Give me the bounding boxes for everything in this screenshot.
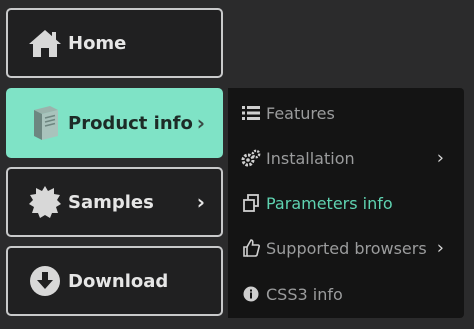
submenu-item-installation[interactable]: Installation › (240, 143, 458, 173)
submenu-panel: Features Installation › Parameters info (228, 88, 464, 318)
home-icon (26, 24, 64, 62)
gears-icon (240, 147, 262, 169)
menu-item-download[interactable]: Download (6, 246, 223, 316)
list-icon (240, 102, 262, 124)
submenu-item-parameters-info[interactable]: Parameters info (240, 188, 458, 218)
chevron-right-icon: › (196, 111, 205, 135)
submenu-item-label: Installation (266, 148, 355, 168)
submenu-item-label: CSS3 info (266, 284, 343, 304)
menu-item-label: Product info (68, 112, 193, 134)
badge-icon (26, 183, 64, 221)
chevron-right-icon: › (436, 237, 444, 259)
submenu-item-label: Supported browsers (266, 238, 427, 258)
thumbs-up-icon (240, 237, 262, 259)
menu-item-samples[interactable]: Samples › (6, 167, 223, 237)
copy-icon (240, 192, 262, 214)
book-icon (26, 104, 64, 142)
submenu-item-features[interactable]: Features (240, 98, 458, 128)
menu-demo: Home Product info › Samples › Download F… (0, 0, 474, 329)
menu-item-product-info[interactable]: Product info › (6, 88, 223, 158)
menu-item-label: Download (68, 270, 169, 292)
menu-item-label: Samples (68, 191, 154, 213)
menu-item-home[interactable]: Home (6, 8, 223, 78)
chevron-right-icon: › (196, 190, 205, 214)
submenu-item-label: Features (266, 103, 335, 123)
submenu-item-supported-browsers[interactable]: Supported browsers › (240, 233, 458, 263)
info-icon (240, 283, 262, 305)
submenu-item-label: Parameters info (266, 193, 393, 213)
submenu-item-css3-info[interactable]: CSS3 info (240, 279, 458, 309)
menu-item-label: Home (68, 32, 127, 54)
download-icon (26, 262, 64, 300)
chevron-right-icon: › (436, 147, 444, 169)
